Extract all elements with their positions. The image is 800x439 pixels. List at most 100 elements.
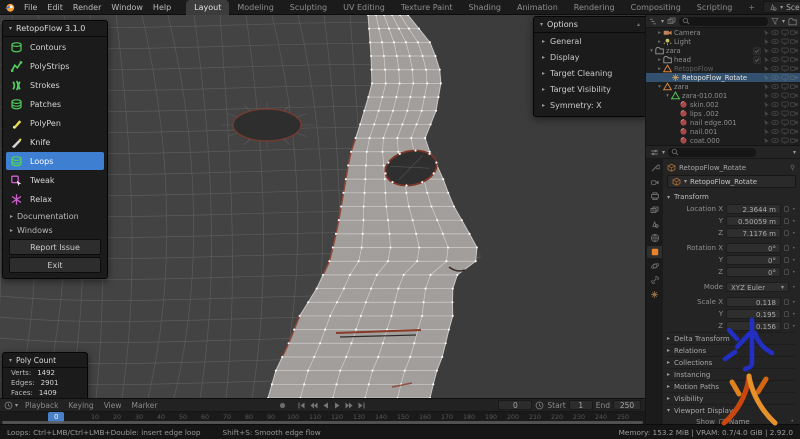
menu-edit[interactable]: Edit (42, 3, 68, 12)
outliner-row-zara[interactable]: ▾ zara (646, 46, 800, 55)
tool-polystrips[interactable]: PolyStrips (6, 57, 104, 75)
pin-icon[interactable] (789, 164, 796, 171)
retopoflow-windows[interactable]: ▸ Windows (3, 223, 107, 237)
section-motion-paths[interactable]: ▸ Motion Paths (667, 380, 796, 392)
expander-icon[interactable]: ▸ (656, 66, 663, 72)
hide-toggle-icon[interactable] (771, 56, 779, 63)
viewport-disable-toggle-icon[interactable] (780, 83, 789, 90)
tool-tweak[interactable]: Tweak (6, 171, 104, 189)
prev-keyframe-button[interactable] (309, 401, 318, 410)
tab-output[interactable] (647, 190, 662, 202)
chevron-up-icon[interactable]: ▴ (637, 21, 640, 28)
new-collection-icon[interactable] (788, 17, 797, 26)
viewport-disable-toggle-icon[interactable] (780, 56, 789, 63)
value-field[interactable]: 0.118 (726, 297, 781, 307)
viewport-disable-toggle-icon[interactable] (780, 101, 789, 108)
chevron-down-icon[interactable]: ▾ (793, 149, 796, 156)
viewport-disable-toggle-icon[interactable] (780, 74, 789, 81)
section-relations[interactable]: ▸ Relations (667, 344, 796, 356)
hide-toggle-icon[interactable] (771, 92, 779, 99)
tab-scene[interactable] (647, 218, 662, 230)
lock-icon[interactable] (784, 218, 789, 224)
outliner-row-retopoflow-rotate[interactable]: RetopoFlow_Rotate (646, 73, 800, 82)
animate-dot-icon[interactable]: • (792, 218, 796, 225)
render-disable-toggle-icon[interactable] (790, 137, 798, 144)
animate-dot-icon[interactable]: • (792, 284, 796, 291)
hide-toggle-icon[interactable] (771, 47, 779, 54)
hide-toggle-icon[interactable] (771, 137, 779, 144)
display-mode-icon[interactable] (667, 17, 676, 26)
hide-toggle-icon[interactable] (771, 65, 779, 72)
expander-icon[interactable]: ▾ (648, 48, 655, 54)
tool-strokes[interactable]: Strokes (6, 76, 104, 94)
outliner-row-head[interactable]: ▸ head (646, 55, 800, 64)
options-item-target-visibility[interactable]: ▸ Target Visibility (534, 81, 645, 97)
render-disable-toggle-icon[interactable] (790, 56, 798, 63)
animate-dot-icon[interactable]: • (792, 269, 796, 276)
blender-logo-icon[interactable] (4, 2, 15, 13)
render-disable-toggle-icon[interactable] (790, 83, 798, 90)
viewport-disable-toggle-icon[interactable] (780, 119, 789, 126)
tool-loops[interactable]: Loops (6, 152, 104, 170)
scene-selector[interactable]: ▾ Scene (763, 1, 800, 13)
outliner-row-coat-000[interactable]: coat.000 (646, 136, 800, 145)
expander-icon[interactable]: ▾ (656, 84, 663, 90)
properties-editor-icon[interactable] (650, 148, 659, 157)
selectable-toggle-icon[interactable] (763, 38, 770, 45)
options-panel-header[interactable]: ▾ Options ▴ (534, 17, 645, 33)
menu-file[interactable]: File (19, 3, 42, 12)
selectable-toggle-icon[interactable] (763, 110, 770, 117)
selectable-toggle-icon[interactable] (763, 83, 770, 90)
selectable-toggle-icon[interactable] (763, 74, 770, 81)
tab-view-layer[interactable] (647, 204, 662, 216)
lock-icon[interactable] (784, 269, 789, 275)
viewport-disable-toggle-icon[interactable] (780, 128, 789, 135)
render-disable-toggle-icon[interactable] (790, 101, 798, 108)
lock-icon[interactable] (784, 245, 789, 251)
render-disable-toggle-icon[interactable] (790, 92, 798, 99)
tab-rendering[interactable]: Rendering (566, 0, 623, 15)
expander-icon[interactable]: ▸ (656, 30, 663, 36)
outliner-row-nail-001[interactable]: nail.001 (646, 127, 800, 136)
play-reverse-button[interactable] (321, 401, 330, 410)
animate-dot-icon[interactable]: • (792, 299, 796, 306)
mode-select[interactable]: XYZ Euler ▾ (726, 282, 789, 292)
hide-toggle-icon[interactable] (771, 119, 779, 126)
tab-sculpting[interactable]: Sculpting (282, 0, 335, 15)
animate-dot-icon[interactable]: • (792, 311, 796, 318)
viewport-disable-toggle-icon[interactable] (780, 110, 789, 117)
section-instancing[interactable]: ▸ Instancing (667, 368, 796, 380)
outliner-row-light[interactable]: ▸ Light (646, 37, 800, 46)
value-field[interactable]: 7.1176 m (726, 228, 781, 238)
lock-icon[interactable] (784, 257, 789, 263)
tab-physics[interactable] (647, 260, 662, 272)
lock-icon[interactable] (784, 206, 789, 212)
tab-layout[interactable]: Layout (186, 0, 230, 15)
end-frame-field[interactable]: 250 (613, 400, 641, 410)
timeline-menu-playback[interactable]: Playback (20, 401, 63, 410)
viewport-display-section-header[interactable]: ▾ Viewport Display (667, 404, 796, 416)
retopoflow-panel-header[interactable]: ▾ RetopoFlow 3.1.0 (3, 21, 107, 37)
animate-dot-icon[interactable]: • (792, 230, 796, 237)
render-disable-toggle-icon[interactable] (790, 29, 798, 36)
outliner-row-nail-edge-001[interactable]: nail edge.001 (646, 118, 800, 127)
report-issue-button[interactable]: Report Issue (9, 239, 101, 255)
outliner-row-camera[interactable]: ▸ Camera (646, 28, 800, 37)
outliner-row-retopoflow[interactable]: ▸ RetopoFlow (646, 64, 800, 73)
timeline-menu-view[interactable]: View (99, 401, 127, 410)
tool-polypen[interactable]: PolyPen (6, 114, 104, 132)
render-disable-toggle-icon[interactable] (790, 74, 798, 81)
menu-help[interactable]: Help (148, 3, 176, 12)
outliner-editor-icon[interactable] (649, 17, 658, 26)
retopoflow-documentation[interactable]: ▸ Documentation (3, 209, 107, 223)
render-disable-toggle-icon[interactable] (790, 65, 798, 72)
timeline-ruler[interactable]: 0 10 20 30 40 50 60 70 80 90 100 110 120 130 140 150 16… (0, 412, 645, 424)
value-field[interactable]: 0° (726, 267, 781, 277)
tab-world[interactable] (647, 232, 662, 244)
section-visibility[interactable]: ▸ Visibility (667, 392, 796, 404)
viewport-3d[interactable]: ▾ RetopoFlow 3.1.0 Contours PolyStrips Str… (0, 15, 645, 398)
viewport-disable-toggle-icon[interactable] (780, 65, 789, 72)
expander-icon[interactable]: ▸ (656, 57, 663, 63)
render-disable-toggle-icon[interactable] (790, 110, 798, 117)
tab-render[interactable] (647, 176, 662, 188)
